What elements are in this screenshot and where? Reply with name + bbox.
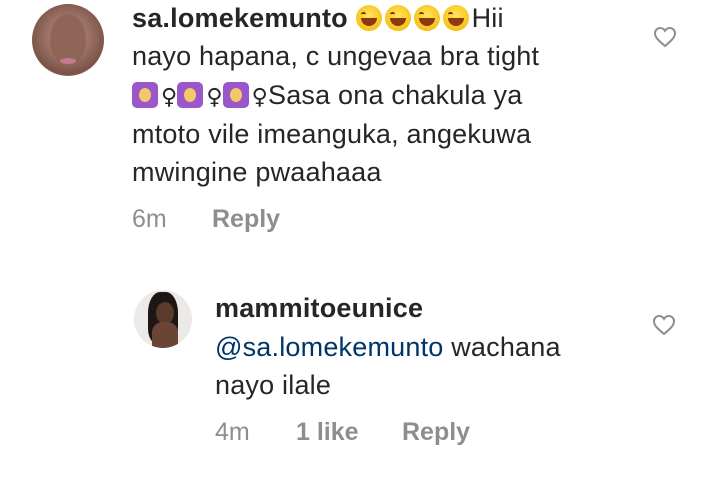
comment-line-5: mwingine pwaahaaa <box>132 157 382 187</box>
reply-line-1: @sa.lomekemunto wachana <box>215 328 561 367</box>
female-sign-icon: ♀ <box>206 85 223 110</box>
comment-time: 6m <box>132 205 167 233</box>
reply-time: 4m <box>215 418 250 446</box>
mention-link[interactable]: @sa.lomekemunto <box>215 332 444 362</box>
reply-line-2: nayo ilale <box>215 370 332 400</box>
grinning-sweat-emoji-icon <box>384 5 411 31</box>
avatar[interactable] <box>32 4 104 76</box>
female-sign-icon: ♀ <box>251 85 268 110</box>
avatar-face <box>156 302 174 324</box>
woman-gesturing-emoji-icon <box>132 82 158 108</box>
grinning-sweat-emoji-icon <box>413 5 440 31</box>
heart-icon[interactable] <box>652 313 676 337</box>
reply-button[interactable]: Reply <box>402 418 470 447</box>
woman-gesturing-emoji-icon <box>222 82 249 108</box>
reply-button[interactable]: Reply <box>212 205 280 234</box>
grinning-sweat-emoji-icon <box>355 5 382 31</box>
avatar[interactable] <box>134 290 192 348</box>
likes-count-link[interactable]: 1 like <box>296 418 359 447</box>
avatar-lips <box>60 58 76 64</box>
reply-text-tail: wachana <box>443 332 561 362</box>
heart-icon[interactable] <box>653 25 677 49</box>
avatar-body <box>152 322 178 348</box>
comment-line-2: nayo hapana, c ungevaa bra tight <box>132 41 540 71</box>
grinning-sweat-emoji-icon <box>442 5 469 31</box>
comment-text-tail: Sasa ona chakula ya <box>267 80 523 110</box>
comment-line-1: sa.lomekemunto Hii <box>132 0 504 38</box>
female-sign-icon: ♀ <box>161 85 178 110</box>
comment-line-4: mtoto vile imeanguka, angekuwa <box>132 119 532 149</box>
woman-gesturing-emoji-icon <box>177 82 204 108</box>
comment-line-3: ♀ ♀ ♀Sasa ona chakula ya <box>132 76 522 118</box>
comment-text-tail: Hii <box>471 3 504 33</box>
comment-username[interactable]: sa.lomekemunto <box>132 3 348 33</box>
reply-username[interactable]: mammitoeunice <box>215 289 423 328</box>
